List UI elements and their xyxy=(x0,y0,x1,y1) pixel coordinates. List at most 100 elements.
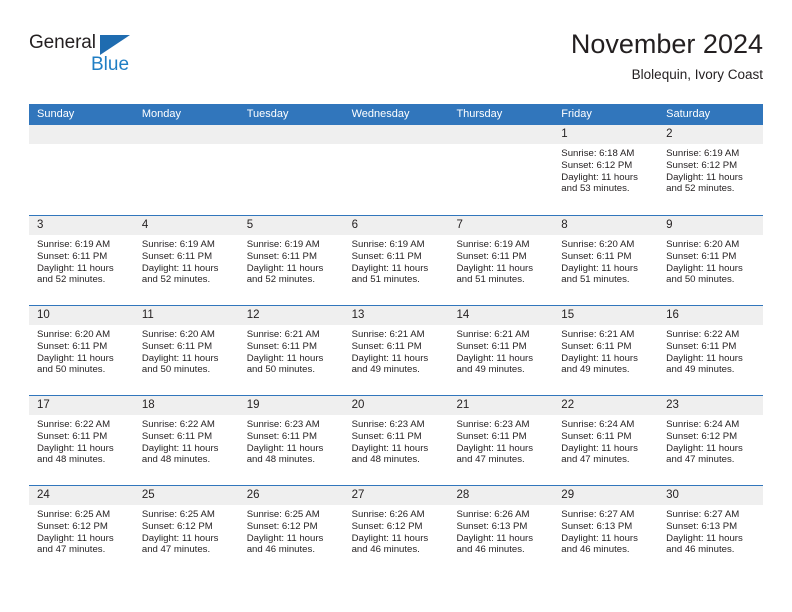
calendar-day-cell[interactable]: 19 Sunrise: 6:23 AM Sunset: 6:11 PM Dayligh… xyxy=(238,396,344,485)
weekday-header-saturday: Saturday xyxy=(666,108,711,120)
day-number-band: 23 xyxy=(658,396,764,415)
daylight-text-line2: and 46 minutes. xyxy=(351,544,420,556)
calendar-day-cell[interactable]: 26 Sunrise: 6:25 AM Sunset: 6:12 PM Dayligh… xyxy=(238,486,344,575)
sunset-text: Sunset: 6:11 PM xyxy=(351,430,422,442)
sunrise-text: Sunrise: 6:21 AM xyxy=(456,329,530,340)
day-sun-info: Sunrise: 6:18 AM Sunset: 6:12 PM Daylight:… xyxy=(553,144,658,195)
daylight-text-line2: and 46 minutes. xyxy=(246,544,315,556)
calendar-day-cell[interactable]: 22 Sunrise: 6:24 AM Sunset: 6:11 PM Dayligh… xyxy=(553,396,659,485)
calendar-day-cell[interactable]: 21 Sunrise: 6:23 AM Sunset: 6:11 PM Dayligh… xyxy=(448,396,554,485)
calendar-day-cell[interactable]: 8 Sunrise: 6:20 AM Sunset: 6:11 PM Daylight… xyxy=(553,216,659,305)
calendar-day-cell[interactable]: 14 Sunrise: 6:21 AM Sunset: 6:11 PM Dayligh… xyxy=(448,306,554,395)
sunset-text: Sunset: 6:11 PM xyxy=(141,430,213,442)
title-block: November 2024 Blolequin, Ivory Coast xyxy=(571,28,763,85)
day-number-band xyxy=(133,125,239,144)
calendar-day-cell[interactable]: 29 Sunrise: 6:27 AM Sunset: 6:13 PM Dayligh… xyxy=(553,486,659,575)
daylight-text-line2: and 49 minutes. xyxy=(456,364,525,376)
daylight-text-line1: Daylight: 11 hours xyxy=(141,532,219,544)
daylight-text-line2: and 48 minutes. xyxy=(246,454,315,466)
daylight-text-line2: and 50 minutes. xyxy=(37,364,106,376)
sunrise-text: Sunrise: 6:24 AM xyxy=(561,419,635,430)
sunset-text: Sunset: 6:11 PM xyxy=(456,430,527,442)
day-number: 29 xyxy=(561,489,575,501)
page-header: General Blue November 2024 Blolequin, Iv… xyxy=(29,28,763,98)
calendar-day-cell[interactable]: 10 Sunrise: 6:20 AM Sunset: 6:11 PM Dayligh… xyxy=(29,306,134,395)
weekday-header-monday: Monday xyxy=(141,108,181,120)
calendar-day-cell-empty xyxy=(29,125,134,215)
daylight-text-line2: and 52 minutes. xyxy=(141,274,211,286)
day-sun-info: Sunrise: 6:25 AM Sunset: 6:12 PM Daylight:… xyxy=(134,505,239,556)
sunset-text: Sunset: 6:11 PM xyxy=(37,340,108,352)
calendar-day-cell[interactable]: 1 Sunrise: 6:18 AM Sunset: 6:12 PM Daylight… xyxy=(553,125,659,215)
daylight-text-line2: and 48 minutes. xyxy=(37,454,106,466)
day-number-band: 2 xyxy=(658,125,764,144)
daylight-text-line1: Daylight: 11 hours xyxy=(37,442,114,454)
general-blue-logo[interactable]: General Blue xyxy=(29,32,149,84)
daylight-text-line2: and 52 minutes. xyxy=(666,183,735,195)
daylight-text-line1: Daylight: 11 hours xyxy=(351,442,429,454)
day-number-band: 17 xyxy=(29,396,134,415)
calendar-day-cell[interactable]: 4 Sunrise: 6:19 AM Sunset: 6:11 PM Daylight… xyxy=(133,216,239,305)
daylight-text-line1: Daylight: 11 hours xyxy=(666,532,743,544)
calendar-day-cell[interactable]: 12 Sunrise: 6:21 AM Sunset: 6:11 PM Dayligh… xyxy=(238,306,344,395)
calendar-day-cell-empty xyxy=(133,125,239,215)
calendar-day-cell[interactable]: 9 Sunrise: 6:20 AM Sunset: 6:11 PM Daylight… xyxy=(658,216,764,305)
day-number: 16 xyxy=(666,309,679,321)
calendar-day-cell[interactable]: 23 Sunrise: 6:24 AM Sunset: 6:12 PM Dayligh… xyxy=(658,396,764,485)
calendar-day-cell[interactable]: 16 Sunrise: 6:22 AM Sunset: 6:11 PM Dayligh… xyxy=(658,306,764,395)
daylight-text-line2: and 50 minutes. xyxy=(246,364,315,376)
calendar-day-cell[interactable]: 24 Sunrise: 6:25 AM Sunset: 6:12 PM Dayligh… xyxy=(29,486,134,575)
sunset-text: Sunset: 6:11 PM xyxy=(351,250,422,262)
sunrise-text: Sunrise: 6:26 AM xyxy=(351,509,425,520)
day-number-band: 22 xyxy=(553,396,659,415)
day-number-band: 26 xyxy=(238,486,344,505)
day-sun-info: Sunrise: 6:19 AM Sunset: 6:11 PM Daylight:… xyxy=(29,235,134,286)
daylight-text-line1: Daylight: 11 hours xyxy=(246,262,324,274)
day-number-band: 27 xyxy=(343,486,449,505)
sunrise-text: Sunrise: 6:19 AM xyxy=(37,239,111,250)
day-number: 17 xyxy=(37,399,50,411)
calendar-day-cell[interactable]: 11 Sunrise: 6:20 AM Sunset: 6:11 PM Dayligh… xyxy=(133,306,239,395)
calendar-day-cell[interactable]: 18 Sunrise: 6:22 AM Sunset: 6:11 PM Dayligh… xyxy=(133,396,239,485)
day-sun-info: Sunrise: 6:20 AM Sunset: 6:11 PM Daylight:… xyxy=(658,235,763,286)
day-number-band: 16 xyxy=(658,306,764,325)
calendar-day-cell[interactable]: 3 Sunrise: 6:19 AM Sunset: 6:11 PM Daylight… xyxy=(29,216,134,305)
day-sun-info: Sunrise: 6:27 AM Sunset: 6:13 PM Daylight:… xyxy=(553,505,658,556)
calendar-day-cell[interactable]: 6 Sunrise: 6:19 AM Sunset: 6:11 PM Daylight… xyxy=(343,216,449,305)
day-number-band: 20 xyxy=(343,396,449,415)
daylight-text-line1: Daylight: 11 hours xyxy=(351,262,429,274)
daylight-text-line2: and 48 minutes. xyxy=(351,454,420,466)
calendar-day-cell[interactable]: 7 Sunrise: 6:19 AM Sunset: 6:11 PM Daylight… xyxy=(448,216,554,305)
calendar-day-cell[interactable]: 2 Sunrise: 6:19 AM Sunset: 6:12 PM Daylight… xyxy=(658,125,764,215)
day-number-band: 15 xyxy=(553,306,659,325)
day-number-band: 12 xyxy=(238,306,344,325)
day-number: 8 xyxy=(561,219,568,231)
sunset-text: Sunset: 6:13 PM xyxy=(666,520,738,532)
calendar-day-cell[interactable]: 20 Sunrise: 6:23 AM Sunset: 6:11 PM Dayligh… xyxy=(343,396,449,485)
sunset-text: Sunset: 6:11 PM xyxy=(141,250,213,262)
daylight-text-line1: Daylight: 11 hours xyxy=(561,442,638,454)
daylight-text-line1: Daylight: 11 hours xyxy=(666,352,743,364)
day-sun-info: Sunrise: 6:26 AM Sunset: 6:13 PM Daylight:… xyxy=(448,505,553,556)
calendar-week-row: 24 Sunrise: 6:25 AM Sunset: 6:12 PM Dayligh… xyxy=(29,485,764,575)
calendar-day-cell[interactable]: 5 Sunrise: 6:19 AM Sunset: 6:11 PM Daylight… xyxy=(238,216,344,305)
calendar-day-cell[interactable]: 13 Sunrise: 6:21 AM Sunset: 6:11 PM Dayligh… xyxy=(343,306,449,395)
day-sun-info: Sunrise: 6:22 AM Sunset: 6:11 PM Daylight:… xyxy=(134,415,239,466)
day-number-band: 10 xyxy=(29,306,134,325)
sunrise-text: Sunrise: 6:21 AM xyxy=(561,329,635,340)
calendar-day-cell[interactable]: 27 Sunrise: 6:26 AM Sunset: 6:12 PM Dayligh… xyxy=(343,486,449,575)
calendar-day-cell[interactable]: 15 Sunrise: 6:21 AM Sunset: 6:11 PM Dayligh… xyxy=(553,306,659,395)
daylight-text-line1: Daylight: 11 hours xyxy=(561,532,638,544)
calendar-day-cell[interactable]: 28 Sunrise: 6:26 AM Sunset: 6:13 PM Dayligh… xyxy=(448,486,554,575)
sunset-text: Sunset: 6:13 PM xyxy=(456,520,528,532)
calendar-day-cell[interactable]: 17 Sunrise: 6:22 AM Sunset: 6:11 PM Dayligh… xyxy=(29,396,134,485)
day-sun-info: Sunrise: 6:19 AM Sunset: 6:11 PM Daylight:… xyxy=(239,235,344,286)
calendar-day-cell[interactable]: 25 Sunrise: 6:25 AM Sunset: 6:12 PM Dayligh… xyxy=(133,486,239,575)
calendar-day-cell[interactable]: 30 Sunrise: 6:27 AM Sunset: 6:13 PM Dayligh… xyxy=(658,486,764,575)
daylight-text-line2: and 49 minutes. xyxy=(666,364,735,376)
sunrise-text: Sunrise: 6:27 AM xyxy=(666,509,740,520)
day-number: 14 xyxy=(456,309,470,321)
day-sun-info: Sunrise: 6:21 AM Sunset: 6:11 PM Daylight:… xyxy=(239,325,344,376)
day-number-band: 8 xyxy=(553,216,659,235)
daylight-text-line1: Daylight: 11 hours xyxy=(666,442,743,454)
